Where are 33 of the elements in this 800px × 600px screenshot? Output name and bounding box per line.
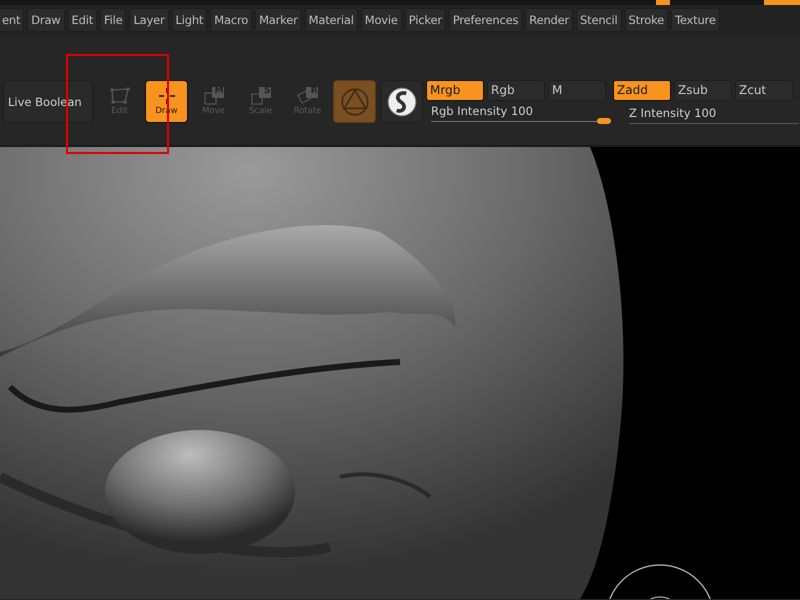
menu-item[interactable]: Render <box>525 8 574 32</box>
mode-button[interactable]: M <box>548 80 606 101</box>
menu-item[interactable]: Light <box>172 8 208 32</box>
menu-item[interactable]: Texture <box>671 8 720 32</box>
menu-item[interactable]: Draw <box>27 8 65 32</box>
mode-button[interactable]: Mrgb <box>426 80 484 101</box>
menu-item[interactable]: Marker <box>255 8 302 32</box>
menu-item[interactable]: Picker <box>404 8 446 32</box>
mode-button[interactable]: Zsub <box>674 80 732 101</box>
stroke-button[interactable] <box>380 80 423 123</box>
slider-handle[interactable] <box>656 0 670 5</box>
menu-item[interactable]: Preferences <box>448 8 522 32</box>
slider-label: Rgb Intensity 100 <box>431 104 534 118</box>
menu-item[interactable]: Movie <box>360 8 402 32</box>
menu-item[interactable]: File <box>100 8 126 32</box>
slider-label: Z Intensity 100 <box>629 106 718 120</box>
slider-handle[interactable] <box>764 0 800 5</box>
squares-icon <box>296 86 320 106</box>
menu-item[interactable]: Macro <box>210 8 252 32</box>
mode-button[interactable]: Rgb <box>487 80 545 101</box>
mode-button[interactable]: Zadd <box>613 80 671 101</box>
squares-icon <box>248 86 272 106</box>
slider-thumb[interactable] <box>597 118 611 124</box>
frame-icon <box>108 86 132 106</box>
squares-icon <box>202 86 226 106</box>
mode-button[interactable]: Zcut <box>735 80 793 101</box>
menu-item[interactable]: Stencil <box>576 8 622 32</box>
menu-item[interactable]: Edit <box>68 8 98 32</box>
sphere-icon <box>386 86 418 118</box>
menu-item[interactable]: Layer <box>129 8 169 32</box>
menu-item[interactable]: Material <box>304 8 358 32</box>
menu-item[interactable]: ent <box>0 8 24 32</box>
menu-item[interactable]: Stroke <box>624 8 668 32</box>
